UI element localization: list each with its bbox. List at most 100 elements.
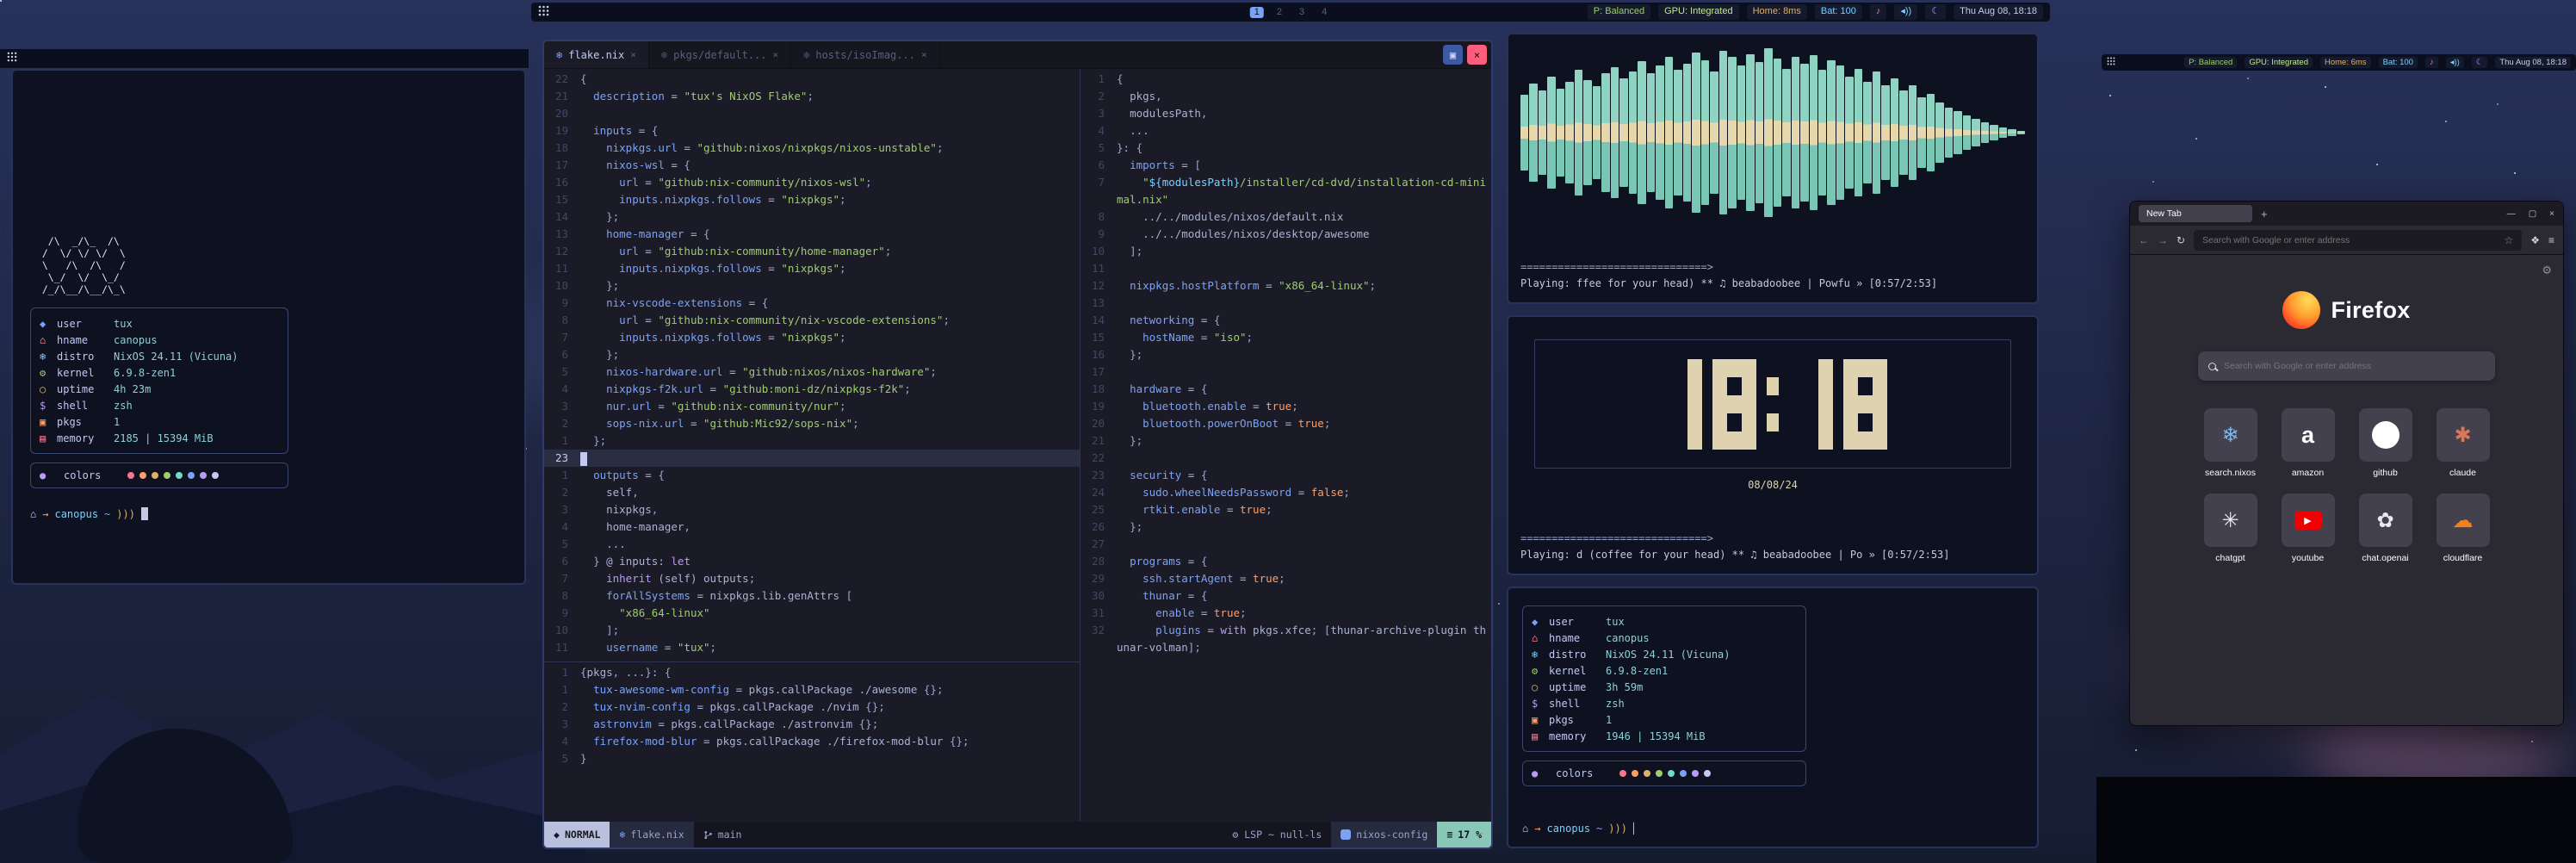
editor-line[interactable]: 17 nixos-wsl = { xyxy=(544,157,1080,174)
editor-line[interactable]: 23 xyxy=(544,450,1080,467)
tag-2[interactable]: 2 xyxy=(1273,7,1286,18)
shortcut-chat.openai[interactable]: ✿ chat.openai xyxy=(2358,494,2413,563)
editor-line[interactable]: 5 nixos-hardware.url = "github:nixos/nix… xyxy=(544,363,1080,381)
editor-line[interactable]: 7 "${modulesPath}/installer/cd-dvd/insta… xyxy=(1081,174,1491,208)
editor-line[interactable]: 3 nixpkgs, xyxy=(544,501,1080,518)
editor-line[interactable]: 3 astronvim = pkgs.callPackage ./astronv… xyxy=(544,716,1080,733)
terminal-window-fetch[interactable]: ◆ user tux ⌂ hname canopus ❄ distro NixO… xyxy=(1507,587,2039,848)
editor-line[interactable]: 21 description = "tux's NixOS Flake"; xyxy=(544,88,1080,105)
url-input[interactable] xyxy=(2202,235,2498,245)
buffer-picker-button[interactable]: ▣ xyxy=(1443,45,1463,65)
shortcut-cloudflare[interactable]: ☁ cloudflare xyxy=(2436,494,2491,563)
ping-module[interactable]: Home: 6ms xyxy=(2320,57,2371,68)
url-bar[interactable]: ☆ xyxy=(2194,230,2522,251)
shortcut-search.nixos[interactable]: ❄ search.nixos xyxy=(2203,408,2258,478)
launcher-icon[interactable] xyxy=(2107,57,2115,68)
editor-line[interactable]: 1 }; xyxy=(544,432,1080,450)
bookmark-star-icon[interactable]: ☆ xyxy=(2504,234,2513,246)
editor-line[interactable]: 2 tux-nvim-config = pkgs.callPackage ./n… xyxy=(544,698,1080,716)
editor-line[interactable]: 3 nur.url = "github:nix-community/nur"; xyxy=(544,398,1080,415)
shell-prompt[interactable]: ⌂→canopus~)))▏ xyxy=(1522,823,2023,835)
editor-line[interactable]: 5 } xyxy=(544,750,1080,767)
editor-line[interactable]: 22 { xyxy=(544,71,1080,88)
editor-line[interactable]: 8 url = "github:nix-community/nix-vscode… xyxy=(544,312,1080,329)
editor-line[interactable]: 16 }; xyxy=(1081,346,1491,363)
battery-module[interactable]: Bat: 100 xyxy=(1815,4,1862,19)
editor-line[interactable]: 17 xyxy=(1081,363,1491,381)
terminal-window-visualizer[interactable]: ==============================> Playing:… xyxy=(1507,33,2039,304)
editor-line[interactable]: 3 modulesPath, xyxy=(1081,105,1491,122)
editor-line[interactable]: 6 }; xyxy=(544,346,1080,363)
window-close-button[interactable]: × xyxy=(1467,45,1487,65)
personalize-gear-icon[interactable]: ⚙ xyxy=(2542,264,2552,277)
editor-line[interactable]: 19 bluetooth.enable = true; xyxy=(1081,398,1491,415)
editor-line[interactable]: 30 thunar = { xyxy=(1081,587,1491,605)
ping-module[interactable]: Home: 8ms xyxy=(1747,4,1807,19)
editor-line[interactable]: 12 nixpkgs.hostPlatform = "x86_64-linux"… xyxy=(1081,277,1491,295)
editor-line[interactable]: 9 ../../modules/nixos/desktop/awesome xyxy=(1081,226,1491,243)
editor-line[interactable]: 8 forAllSystems = nixpkgs.lib.genAttrs [ xyxy=(544,587,1080,605)
music-icon[interactable]: ♪ xyxy=(1870,4,1887,19)
night-light-icon[interactable]: ☾ xyxy=(2472,57,2488,68)
menu-icon[interactable]: ≡ xyxy=(2548,234,2554,246)
editor-line[interactable]: 5 ... xyxy=(544,536,1080,553)
editor-tab-1[interactable]: ❄ pkgs/default... × xyxy=(649,41,791,68)
editor-line[interactable]: 4 nixpkgs-f2k.url = "github:moni-dz/nixp… xyxy=(544,381,1080,398)
battery-module[interactable]: Bat: 100 xyxy=(2379,57,2418,68)
editor-line[interactable]: 6 imports = [ xyxy=(1081,157,1491,174)
editor-line[interactable]: 13 home-manager = { xyxy=(544,226,1080,243)
editor-pane-left[interactable]: 22 { 21 description = "tux's NixOS Flake… xyxy=(544,69,1080,661)
launcher-icon[interactable] xyxy=(538,5,549,19)
editor-line[interactable]: 13 xyxy=(1081,295,1491,312)
power-profile-module[interactable]: P: Balanced xyxy=(2184,57,2237,68)
editor-line[interactable]: 24 sudo.wheelNeedsPassword = false; xyxy=(1081,484,1491,501)
editor-line[interactable]: 4 home-manager, xyxy=(544,518,1080,536)
close-button[interactable]: × xyxy=(2549,209,2554,219)
git-branch[interactable]: main xyxy=(694,822,752,847)
tab-close-icon[interactable]: × xyxy=(921,49,927,60)
editor-line[interactable]: 10 }; xyxy=(544,277,1080,295)
editor-line[interactable]: 25 rtkit.enable = true; xyxy=(1081,501,1491,518)
firefox-window[interactable]: New Tab + — ▢ × ← → ↻ ☆ ❖ ≡ ⚙ Firefox xyxy=(2129,201,2564,726)
editor-line[interactable]: 2 sops-nix.url = "github:Mic92/sops-nix"… xyxy=(544,415,1080,432)
editor-line[interactable]: 11 inputs.nixpkgs.follows = "nixpkgs"; xyxy=(544,260,1080,277)
editor-line[interactable]: 23 security = { xyxy=(1081,467,1491,484)
editor-line[interactable]: 14 networking = { xyxy=(1081,312,1491,329)
volume-icon[interactable]: ◂)) xyxy=(1894,4,1917,19)
gpu-module[interactable]: GPU: Integrated xyxy=(1658,4,1739,19)
editor-line[interactable]: 1 { xyxy=(1081,71,1491,88)
editor-line[interactable]: 12 url = "github:nix-community/home-mana… xyxy=(544,243,1080,260)
shell-prompt[interactable]: ⌂→canopus~))) xyxy=(30,507,507,520)
editor-line[interactable]: 20 xyxy=(544,105,1080,122)
editor-line[interactable]: 9 "x86_64-linux" xyxy=(544,605,1080,622)
editor-line[interactable]: 26 }; xyxy=(1081,518,1491,536)
editor-line[interactable]: 2 pkgs, xyxy=(1081,88,1491,105)
editor-tab-0[interactable]: ❄ flake.nix × xyxy=(544,41,649,68)
tag-1[interactable]: 1 xyxy=(1250,7,1264,18)
editor-line[interactable]: 21 }; xyxy=(1081,432,1491,450)
tag-3[interactable]: 3 xyxy=(1295,7,1309,18)
editor-line[interactable]: 5 }: { xyxy=(1081,140,1491,157)
editor-line[interactable]: 18 hardware = { xyxy=(1081,381,1491,398)
terminal-window-left[interactable]: /\ _/\_ /\ / \/ \/ \/ \ \ /\ /\ / \_/ \/… xyxy=(11,69,526,585)
editor-line[interactable]: 1 {pkgs, ...}: { xyxy=(544,664,1080,681)
editor-line[interactable]: 28 programs = { xyxy=(1081,553,1491,570)
editor-line[interactable]: 7 inherit (self) outputs; xyxy=(544,570,1080,587)
browser-tab[interactable]: New Tab xyxy=(2139,205,2252,222)
editor-line[interactable]: 31 enable = true; xyxy=(1081,605,1491,622)
editor-line[interactable]: 4 firefox-mod-blur = pkgs.callPackage ./… xyxy=(544,733,1080,750)
music-icon[interactable]: ♪ xyxy=(2425,57,2438,68)
editor-pane-bottom[interactable]: 1 {pkgs, ...}: { 1 tux-awesome-wm-config… xyxy=(544,664,1080,767)
editor-line[interactable]: 10 ]; xyxy=(544,622,1080,639)
editor-line[interactable]: 32 plugins = with pkgs.xfce; [thunar-arc… xyxy=(1081,622,1491,656)
editor-line[interactable]: 4 ... xyxy=(1081,122,1491,140)
search-bar[interactable] xyxy=(2198,351,2495,381)
new-tab-button[interactable]: + xyxy=(2261,208,2268,220)
launcher-icon[interactable] xyxy=(7,51,17,66)
editor-line[interactable]: 19 inputs = { xyxy=(544,122,1080,140)
editor-line[interactable]: 29 ssh.startAgent = true; xyxy=(1081,570,1491,587)
shortcut-chatgpt[interactable]: ✳ chatgpt xyxy=(2203,494,2258,563)
editor-line[interactable]: 15 inputs.nixpkgs.follows = "nixpkgs"; xyxy=(544,191,1080,208)
editor-line[interactable]: 11 username = "tux"; xyxy=(544,639,1080,656)
editor-line[interactable]: 10 ]; xyxy=(1081,243,1491,260)
